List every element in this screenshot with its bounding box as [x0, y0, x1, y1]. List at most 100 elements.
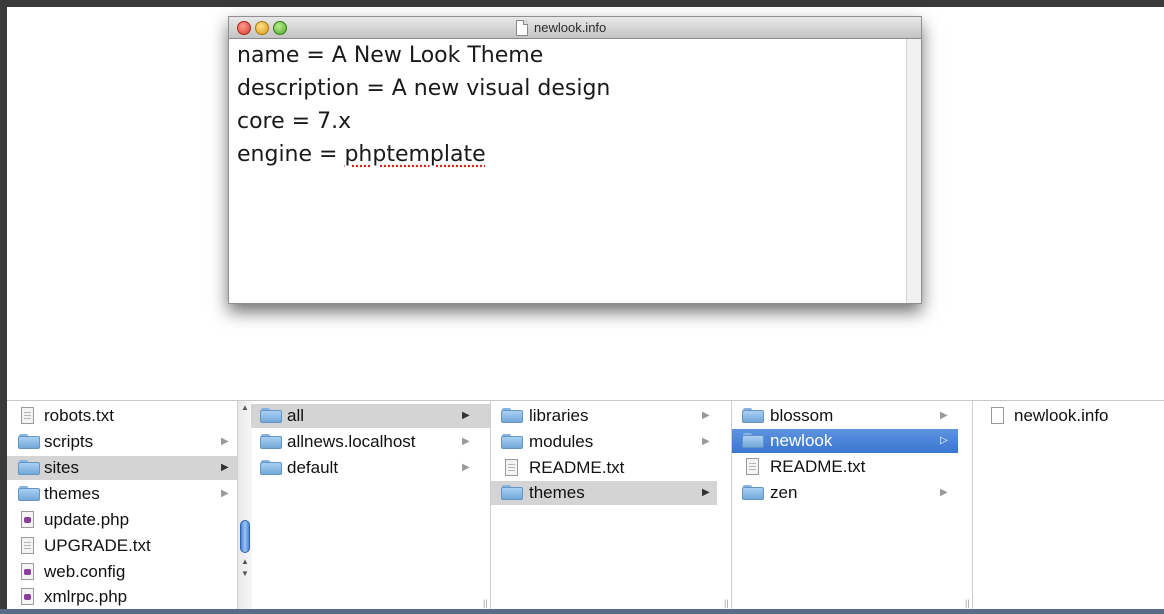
text-file-icon [21, 407, 34, 424]
code-line-name[interactable]: name = A New Look Theme [237, 43, 543, 68]
window-title: newlook.info [534, 20, 607, 35]
chevron-right-icon: ▶ [221, 488, 229, 499]
list-item-label: sites [44, 458, 79, 477]
zoom-window-button[interactable] [273, 21, 287, 35]
list-item[interactable]: themes ▶ [7, 482, 237, 506]
column-resize-handle[interactable]: || [965, 598, 970, 608]
code-line-core[interactable]: core = 7.x [237, 109, 351, 134]
misspelled-word[interactable]: phptemplate [344, 142, 485, 167]
list-item[interactable]: scripts ▶ [7, 430, 237, 454]
finder-column-4: blossom ▶ newlook ▷ README.txt zen ▶ || [732, 401, 973, 610]
list-item-label: newlook.info [1014, 406, 1109, 425]
list-item[interactable]: web.config [7, 560, 237, 584]
finder-column-5: newlook.info [973, 401, 1163, 610]
list-item-label: zen [770, 483, 798, 502]
list-item-selected[interactable]: newlook ▷ [732, 429, 958, 453]
chevron-right-icon: ▶ [940, 487, 948, 498]
list-item[interactable]: README.txt [732, 455, 958, 479]
scrollbar-thumb[interactable] [240, 520, 250, 553]
chevron-right-icon: ▷ [940, 435, 948, 446]
finder-column-1: robots.txt scripts ▶ sites ▶ themes ▶ up… [7, 401, 252, 610]
screen-frame-bottom [0, 609, 1164, 614]
scroll-up-arrow-icon[interactable]: ▲ [241, 557, 249, 566]
chevron-right-icon: ▶ [462, 436, 470, 447]
list-item[interactable]: blossom ▶ [732, 404, 958, 428]
editor-scrollbar[interactable] [906, 39, 921, 303]
folder-icon [501, 408, 523, 423]
list-item-selected[interactable]: sites ▶ [7, 456, 237, 480]
folder-icon [18, 460, 40, 475]
scroll-down-arrow-icon[interactable]: ▼ [241, 569, 249, 578]
chevron-right-icon: ▶ [702, 436, 710, 447]
window-titlebar[interactable]: newlook.info [229, 17, 921, 39]
config-file-icon [21, 563, 34, 580]
list-item-label: robots.txt [44, 406, 114, 425]
column-resize-handle[interactable]: || [724, 598, 729, 608]
list-item-label: allnews.localhost [287, 432, 416, 451]
document-icon [991, 407, 1004, 424]
chevron-right-icon: ▶ [221, 462, 229, 473]
text-editor-content[interactable]: name = A New Look Theme description = A … [229, 39, 905, 303]
list-item-label: UPGRADE.txt [44, 536, 151, 555]
text-file-icon [746, 458, 759, 475]
list-item-label: all [287, 406, 305, 425]
folder-icon [742, 433, 764, 448]
folder-icon [260, 408, 282, 423]
column-resize-handle[interactable]: || [483, 598, 488, 608]
php-file-icon [21, 511, 34, 528]
scroll-up-arrow-icon[interactable]: ▲ [241, 403, 249, 412]
list-item-label: web.config [44, 562, 126, 581]
list-item[interactable]: README.txt [491, 456, 717, 480]
folder-icon [260, 460, 282, 475]
list-item[interactable]: robots.txt [7, 404, 237, 428]
folder-icon [18, 486, 40, 501]
list-item[interactable]: newlook.info [973, 404, 1163, 428]
folder-icon [742, 408, 764, 423]
list-item-label: newlook [770, 431, 833, 450]
folder-icon [260, 434, 282, 449]
list-item-selected[interactable]: themes ▶ [491, 481, 717, 505]
list-item-label: default [287, 458, 339, 477]
chevron-right-icon: ▶ [940, 410, 948, 421]
list-item[interactable]: update.php [7, 508, 237, 532]
list-item[interactable]: libraries ▶ [491, 404, 717, 428]
text-file-icon [505, 459, 518, 476]
text-editor-window[interactable]: newlook.info name = A New Look Theme des… [228, 16, 922, 304]
list-item[interactable]: UPGRADE.txt [7, 534, 237, 558]
list-item[interactable]: default ▶ [251, 456, 490, 480]
list-item-label: themes [44, 484, 100, 503]
chevron-right-icon: ▶ [702, 410, 710, 421]
list-item-label: blossom [770, 406, 834, 425]
folder-icon [18, 434, 40, 449]
screen-frame-left [0, 0, 7, 614]
finder-column-3: libraries ▶ modules ▶ README.txt themes … [491, 401, 732, 610]
list-item[interactable]: modules ▶ [491, 430, 717, 454]
finder-column-2: all ▶ allnews.localhost ▶ default ▶ || [251, 401, 491, 610]
list-item-label: update.php [44, 510, 130, 529]
folder-icon [501, 434, 523, 449]
chevron-right-icon: ▶ [462, 462, 470, 473]
list-item[interactable]: allnews.localhost ▶ [251, 430, 490, 454]
list-item[interactable]: zen ▶ [732, 481, 958, 505]
chevron-right-icon: ▶ [221, 436, 229, 447]
finder-column-view: robots.txt scripts ▶ sites ▶ themes ▶ up… [7, 400, 1164, 610]
folder-icon [501, 485, 523, 500]
screen-frame-top [0, 0, 1164, 7]
list-item-label: README.txt [770, 457, 866, 476]
column-scrollbar[interactable]: ▲ ▲ ▼ [237, 401, 252, 610]
list-item-selected[interactable]: all ▶ [251, 404, 490, 428]
chevron-right-icon: ▶ [702, 487, 710, 498]
php-file-icon [21, 588, 34, 605]
code-line-description[interactable]: description = A new visual design [237, 76, 610, 101]
text-file-icon [21, 537, 34, 554]
list-item-label: xmlrpc.php [44, 587, 128, 606]
folder-icon [742, 485, 764, 500]
code-line-engine[interactable]: engine = phptemplate [237, 142, 486, 167]
document-icon [516, 20, 528, 36]
list-item[interactable]: xmlrpc.php [7, 585, 237, 609]
minimize-window-button[interactable] [255, 21, 269, 35]
close-window-button[interactable] [237, 21, 251, 35]
chevron-right-icon: ▶ [462, 410, 470, 421]
list-item-label: modules [529, 432, 594, 451]
list-item-label: scripts [44, 432, 94, 451]
